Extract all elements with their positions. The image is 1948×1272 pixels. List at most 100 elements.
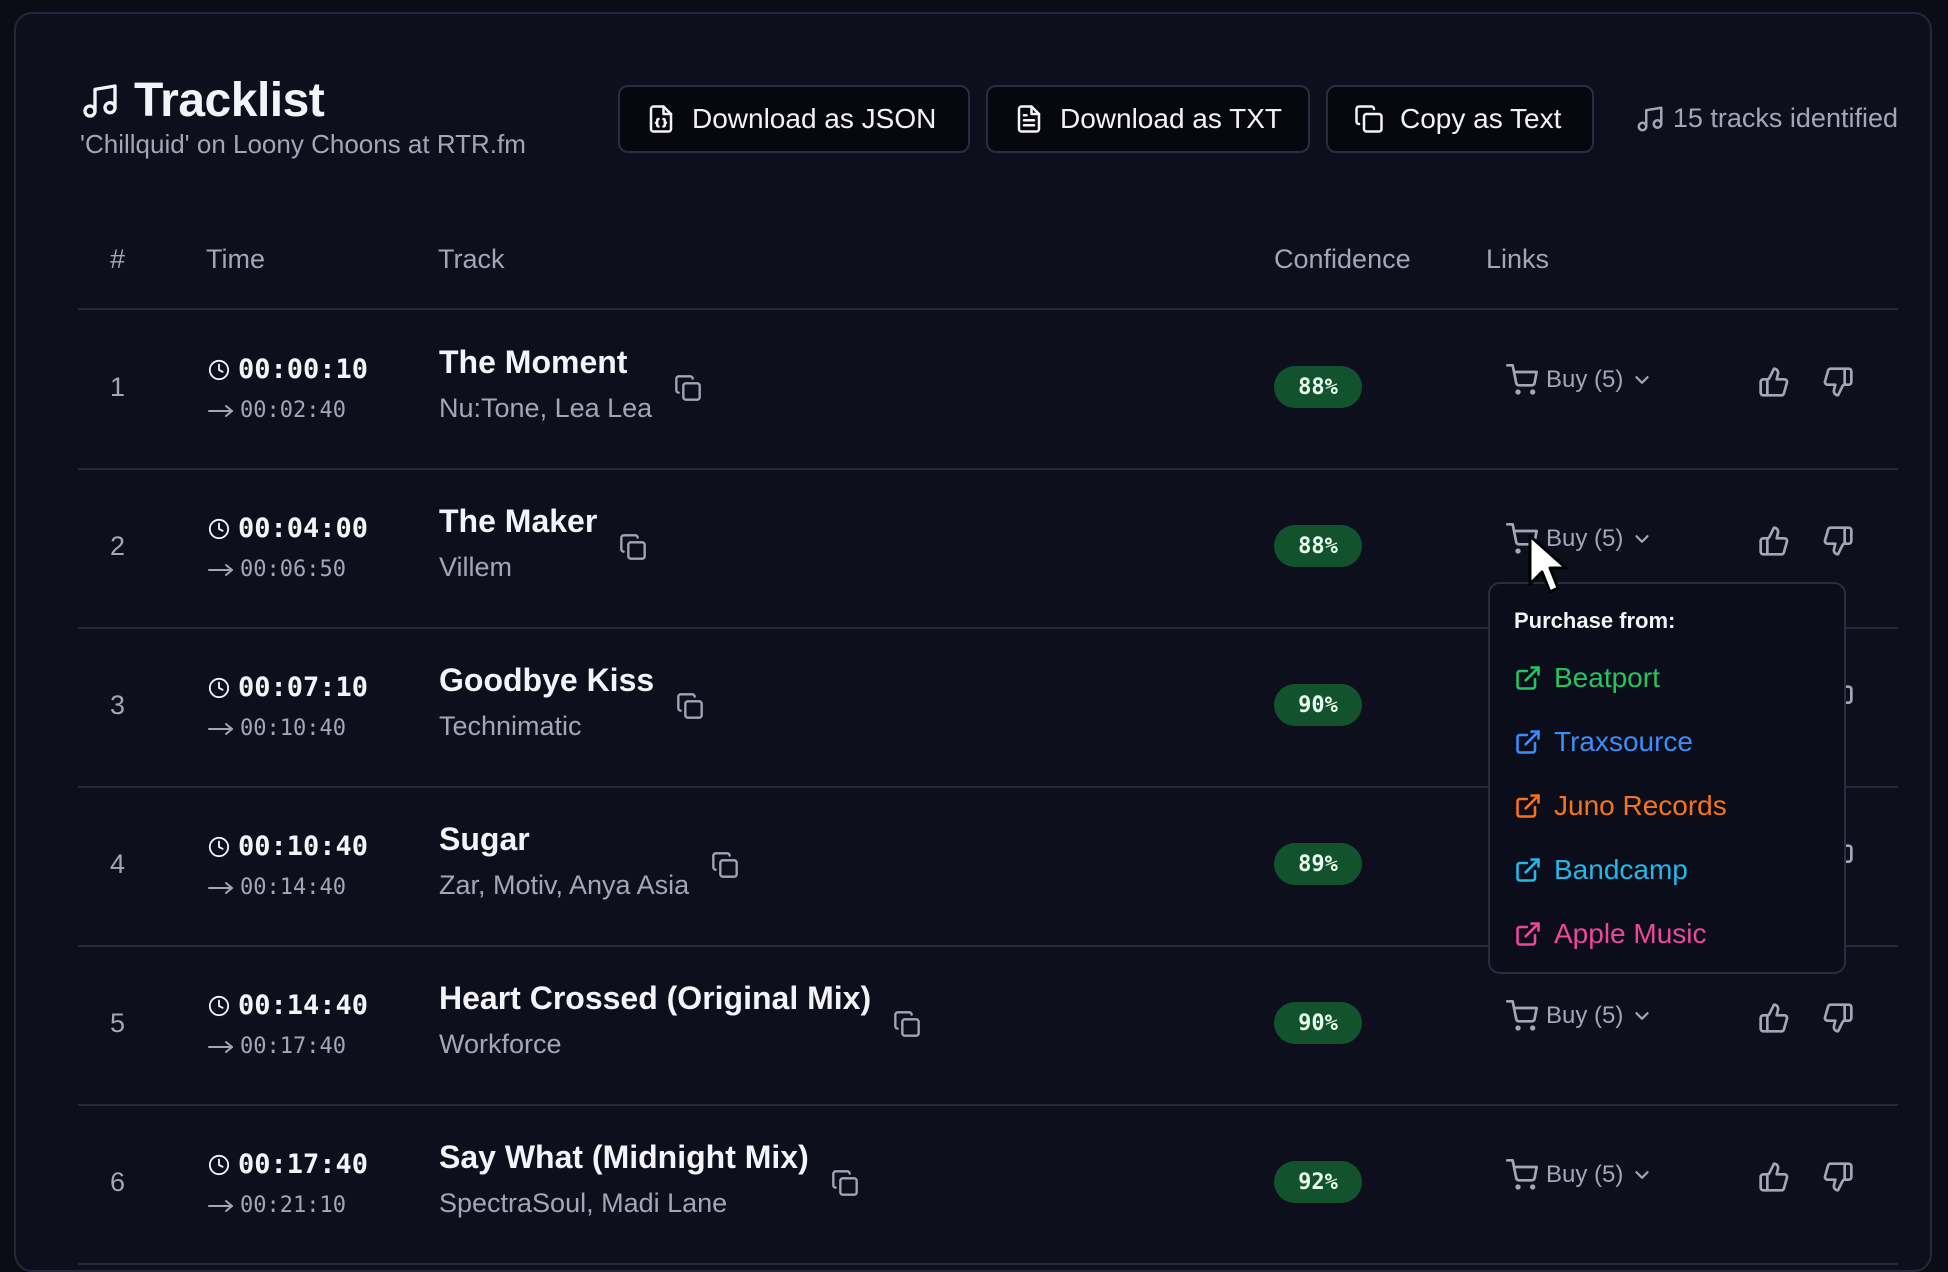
thumbs-down-icon[interactable] (1822, 1002, 1854, 1034)
chevron-down-icon (1631, 528, 1653, 550)
start-time-value: 00:17:40 (238, 1149, 369, 1180)
thumbs-down-icon[interactable] (1822, 525, 1854, 557)
column-num: # (110, 244, 126, 274)
thumbs-up-icon[interactable] (1758, 525, 1790, 557)
external-link-icon (1514, 664, 1542, 692)
chevron-down-icon (1631, 1005, 1653, 1027)
external-link-icon (1514, 856, 1542, 884)
track-info: The Maker Villem (439, 503, 647, 583)
track-title: The Moment (439, 344, 628, 380)
track-artist: Zar, Motiv, Anya Asia (439, 870, 690, 900)
track-title: The Maker (439, 503, 598, 539)
start-time-value: 00:07:10 (238, 672, 369, 703)
track-info: Sugar Zar, Motiv, Anya Asia (439, 821, 739, 901)
track-text: Goodbye Kiss Technimatic (439, 662, 654, 742)
arrow-right-icon (208, 1198, 234, 1214)
end-time-value: 00:06:50 (240, 557, 346, 582)
confidence-badge: 92% (1274, 1161, 1362, 1203)
copy-as-text-button[interactable]: Copy as Text (1326, 85, 1594, 153)
external-link-icon (1514, 792, 1542, 820)
confidence-badge: 88% (1274, 525, 1362, 567)
external-link-icon (1514, 728, 1542, 756)
cart-icon (1506, 1000, 1538, 1032)
track-text: Say What (Midnight Mix) SpectraSoul, Madi… (439, 1139, 809, 1219)
start-time-value: 00:10:40 (238, 831, 369, 862)
end-time: 00:14:40 (208, 875, 346, 900)
clock-icon (208, 518, 230, 540)
track-artist: Nu:Tone, Lea Lea (439, 393, 653, 423)
end-time: 00:21:10 (208, 1193, 346, 1218)
thumbs-down-icon[interactable] (1822, 366, 1854, 398)
arrow-right-icon (208, 403, 234, 419)
download-json-label: Download as JSON (692, 103, 937, 134)
end-time-value: 00:17:40 (240, 1034, 346, 1059)
copy-track-icon[interactable] (676, 692, 704, 720)
arrow-right-icon (208, 721, 234, 737)
copy-track-icon[interactable] (619, 533, 647, 561)
track-number: 6 (110, 1167, 126, 1197)
purchase-link-label: Beatport (1554, 662, 1660, 693)
tracklist-card: Tracklist 'Chillquid' on Loony Choons at… (14, 12, 1932, 1272)
purchase-link-item[interactable]: Traxsource (1514, 726, 1693, 758)
confidence-badge: 90% (1274, 1002, 1362, 1044)
track-artist: Villem (439, 552, 513, 582)
purchase-link-item[interactable]: Juno Records (1514, 790, 1727, 822)
buy-dropdown-button[interactable]: Buy (5) (1506, 1159, 1653, 1191)
file-text-icon (1014, 104, 1044, 134)
purchase-link-item[interactable]: Bandcamp (1514, 854, 1688, 886)
mouse-cursor-icon (1526, 532, 1570, 596)
chevron-down-icon (1631, 369, 1653, 391)
copy-track-icon[interactable] (674, 374, 702, 402)
track-info: Say What (Midnight Mix) SpectraSoul, Madi… (439, 1139, 859, 1219)
column-confidence: Confidence (1274, 244, 1411, 274)
end-time-value: 00:14:40 (240, 875, 346, 900)
buy-dropdown-button[interactable]: Buy (5) (1506, 1000, 1653, 1032)
track-number: 4 (110, 849, 126, 879)
purchase-dropdown-title: Purchase from: (1514, 608, 1676, 633)
download-json-button[interactable]: Download as JSON (618, 85, 970, 153)
page-title: Tracklist (134, 74, 325, 127)
confidence-badge: 89% (1274, 843, 1362, 885)
track-artist: SpectraSoul, Madi Lane (439, 1188, 728, 1218)
thumbs-up-icon[interactable] (1758, 1002, 1790, 1034)
track-number: 2 (110, 531, 126, 561)
copy-track-icon[interactable] (711, 851, 739, 879)
track-info: The Moment Nu:Tone, Lea Lea (439, 344, 702, 424)
track-artist: Workforce (439, 1029, 562, 1059)
clock-icon (208, 677, 230, 699)
external-link-icon (1514, 920, 1542, 948)
start-time: 00:04:00 (208, 513, 368, 544)
start-time: 00:00:10 (208, 354, 368, 385)
purchase-link-item[interactable]: Beatport (1514, 662, 1660, 694)
page-subtitle: 'Chillquid' on Loony Choons at RTR.fm (80, 129, 526, 159)
track-count: 15 tracks identified (1635, 103, 1898, 134)
purchase-link-label: Traxsource (1554, 726, 1694, 757)
track-info: Goodbye Kiss Technimatic (439, 662, 704, 742)
copy-track-icon[interactable] (831, 1169, 859, 1197)
start-time: 00:17:40 (208, 1149, 368, 1180)
buy-dropdown-button[interactable]: Buy (5) (1506, 364, 1653, 396)
end-time-value: 00:21:10 (240, 1193, 346, 1218)
download-txt-button[interactable]: Download as TXT (986, 85, 1310, 153)
clock-icon (208, 995, 230, 1017)
buy-label: Buy (5) (1546, 1161, 1624, 1188)
table-row: 6 00:17:40 00:21:10 Say What (Midnight Mix)… (78, 1105, 1898, 1265)
track-title: Sugar (439, 821, 530, 857)
end-time: 00:10:40 (208, 716, 346, 741)
track-title: Heart Crossed (Original Mix) (439, 980, 872, 1016)
buy-label: Buy (5) (1546, 1002, 1624, 1029)
purchase-link-item[interactable]: Apple Music (1514, 918, 1707, 950)
thumbs-down-icon[interactable] (1822, 1161, 1854, 1193)
copy-track-icon[interactable] (893, 1010, 921, 1038)
track-number: 5 (110, 1008, 126, 1038)
track-number: 3 (110, 690, 126, 720)
track-title: Say What (Midnight Mix) (439, 1139, 809, 1175)
table-header: # Time Track Confidence Links (78, 234, 1898, 310)
file-json-icon (646, 104, 676, 134)
thumbs-up-icon[interactable] (1758, 366, 1790, 398)
thumbs-up-icon[interactable] (1758, 1161, 1790, 1193)
track-text: Sugar Zar, Motiv, Anya Asia (439, 821, 689, 901)
clock-icon (208, 359, 230, 381)
copy-icon (1354, 104, 1384, 134)
purchase-link-label: Juno Records (1554, 790, 1727, 821)
